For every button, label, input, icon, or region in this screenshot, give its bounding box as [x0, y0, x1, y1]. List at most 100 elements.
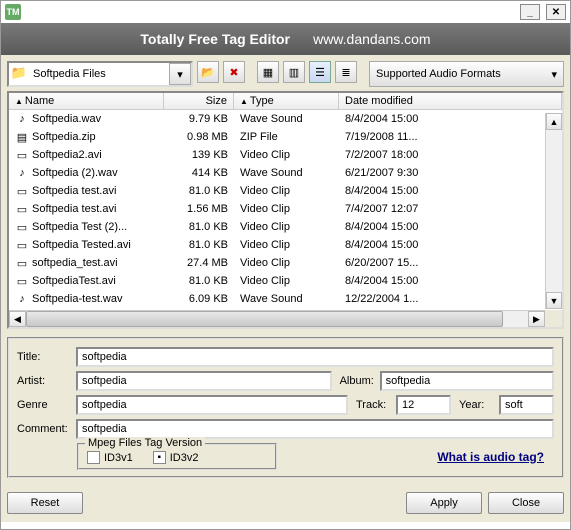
- table-row[interactable]: ▭Softpedia test.avi1.56 MBVideo Clip7/4/…: [9, 200, 562, 218]
- horizontal-scrollbar[interactable]: ◀ ▶: [9, 310, 545, 327]
- close-window-button[interactable]: ✕: [546, 4, 566, 20]
- scroll-up-button[interactable]: ▲: [546, 113, 562, 130]
- view-details-button[interactable]: ≣: [335, 61, 357, 83]
- file-type-icon: ♪: [15, 166, 29, 180]
- sort-asc-icon: ▲: [240, 97, 248, 106]
- file-date: 6/20/2007 15...: [339, 256, 562, 270]
- file-size: 9.79 KB: [164, 112, 234, 126]
- file-size: 1.56 MB: [164, 202, 234, 216]
- folder-icon: 📁: [9, 63, 29, 83]
- table-row[interactable]: ♪Softpedia (2).wav414 KBWave Sound6/21/2…: [9, 164, 562, 182]
- table-row[interactable]: ▭Softpedia Tested.avi81.0 KBVideo Clip8/…: [9, 236, 562, 254]
- file-size: 414 KB: [164, 166, 234, 180]
- comment-field[interactable]: [76, 419, 554, 439]
- app-url: www.dandans.com: [313, 31, 431, 47]
- column-name[interactable]: ▲Name: [9, 93, 164, 109]
- id3v2-checkbox[interactable]: ▪ID3v2: [153, 451, 199, 464]
- file-name: Softpedia.zip: [32, 131, 96, 143]
- path-input[interactable]: [29, 63, 169, 85]
- table-row[interactable]: ▭Softpedia Test (2)...81.0 KBVideo Clip8…: [9, 218, 562, 236]
- scroll-down-button[interactable]: ▼: [546, 292, 562, 309]
- year-field[interactable]: [499, 395, 554, 415]
- comment-label: Comment:: [17, 423, 72, 435]
- file-type: Video Clip: [234, 202, 339, 216]
- file-type-icon: ▭: [15, 184, 29, 198]
- reset-button[interactable]: Reset: [7, 492, 83, 514]
- artist-label: Artist:: [17, 375, 72, 387]
- supported-formats-button[interactable]: Supported Audio Formats ▾: [369, 61, 564, 87]
- artist-field[interactable]: [76, 371, 332, 391]
- vertical-scrollbar[interactable]: ▲ ▼: [545, 113, 562, 309]
- file-name: Softpedia-test.wav: [32, 293, 123, 305]
- id3v1-checkbox[interactable]: ID3v1: [87, 451, 133, 464]
- file-size: 0.98 MB: [164, 130, 234, 144]
- genre-label: Genre: [17, 399, 72, 411]
- file-date: 6/21/2007 9:30: [339, 166, 562, 180]
- file-date: 7/2/2007 18:00: [339, 148, 562, 162]
- table-row[interactable]: ▤Softpedia.zip0.98 MBZIP File7/19/2008 1…: [9, 128, 562, 146]
- file-type: Video Clip: [234, 220, 339, 234]
- file-size: 81.0 KB: [164, 184, 234, 198]
- minimize-button[interactable]: _: [520, 4, 540, 20]
- file-type-icon: ▭: [15, 238, 29, 252]
- scroll-corner: [545, 310, 562, 327]
- table-row[interactable]: ♪Softpedia-test.wav6.09 KBWave Sound12/2…: [9, 290, 562, 308]
- sort-asc-icon: ▲: [15, 97, 23, 106]
- app-title: Totally Free Tag Editor: [140, 31, 290, 47]
- album-field[interactable]: [380, 371, 554, 391]
- table-row[interactable]: ▭SoftpediaTest.avi81.0 KBVideo Clip8/4/2…: [9, 272, 562, 290]
- file-name: Softpedia Test (2)...: [32, 221, 127, 233]
- track-field[interactable]: [396, 395, 451, 415]
- file-name: softpedia_test.avi: [32, 257, 118, 269]
- file-name: Softpedia (2).wav: [32, 167, 118, 179]
- close-button[interactable]: Close: [488, 492, 564, 514]
- view-list-button[interactable]: ☰: [309, 61, 331, 83]
- open-folder-button[interactable]: 📂: [197, 61, 219, 83]
- file-date: 8/4/2004 15:00: [339, 238, 562, 252]
- file-date: 8/4/2004 15:00: [339, 184, 562, 198]
- view-large-button[interactable]: ▦: [257, 61, 279, 83]
- title-field[interactable]: [76, 347, 554, 367]
- file-type-icon: ▭: [15, 148, 29, 162]
- table-row[interactable]: ▭Softpedia2.avi139 KBVideo Clip7/2/2007 …: [9, 146, 562, 164]
- mpeg-legend: Mpeg Files Tag Version: [85, 437, 205, 449]
- file-name: Softpedia.wav: [32, 113, 101, 125]
- file-type-icon: ♪: [15, 292, 29, 306]
- apply-button[interactable]: Apply: [406, 492, 482, 514]
- scroll-left-button[interactable]: ◀: [9, 311, 26, 327]
- tag-editor-panel: Title: Artist: Album: Genre Track: Year:…: [7, 337, 564, 478]
- file-date: 8/4/2004 15:00: [339, 274, 562, 288]
- file-size: 139 KB: [164, 148, 234, 162]
- toolbar: 📁 ▾ 📂 ✖ ▦ ▥ ☰ ≣ Supported Audio Formats …: [7, 61, 564, 87]
- what-is-audio-tag-link[interactable]: What is audio tag?: [437, 450, 544, 464]
- file-date: 12/22/2004 1...: [339, 292, 562, 306]
- path-dropdown-button[interactable]: ▾: [169, 63, 191, 85]
- column-type[interactable]: ▲Type: [234, 93, 339, 109]
- table-row[interactable]: ▭softpedia_test.avi27.4 MBVideo Clip6/20…: [9, 254, 562, 272]
- file-type: ZIP File: [234, 130, 339, 144]
- file-date: 7/4/2007 12:07: [339, 202, 562, 216]
- table-row[interactable]: ▭Softpedia test.avi81.0 KBVideo Clip8/4/…: [9, 182, 562, 200]
- file-type: Video Clip: [234, 148, 339, 162]
- file-type: Video Clip: [234, 274, 339, 288]
- titlebar[interactable]: TM _ ✕: [1, 1, 570, 23]
- view-small-button[interactable]: ▥: [283, 61, 305, 83]
- mpeg-tag-version-group: Mpeg Files Tag Version ID3v1 ▪ID3v2: [77, 443, 277, 470]
- file-type: Video Clip: [234, 238, 339, 252]
- table-row[interactable]: ♪Softpedia.wav9.79 KBWave Sound8/4/2004 …: [9, 110, 562, 128]
- scroll-right-button[interactable]: ▶: [528, 311, 545, 327]
- album-label: Album:: [336, 375, 376, 387]
- app-header: Totally Free Tag Editor www.dandans.com: [1, 23, 570, 55]
- file-type: Video Clip: [234, 184, 339, 198]
- column-size[interactable]: Size: [164, 93, 234, 109]
- file-size: 81.0 KB: [164, 220, 234, 234]
- column-date[interactable]: Date modified: [339, 93, 562, 109]
- file-type-icon: ▭: [15, 274, 29, 288]
- scroll-thumb[interactable]: [26, 311, 503, 327]
- app-icon: TM: [5, 4, 21, 20]
- delete-button[interactable]: ✖: [223, 61, 245, 83]
- track-label: Track:: [352, 399, 392, 411]
- file-type-icon: ▭: [15, 202, 29, 216]
- year-label: Year:: [455, 399, 495, 411]
- genre-field[interactable]: [76, 395, 348, 415]
